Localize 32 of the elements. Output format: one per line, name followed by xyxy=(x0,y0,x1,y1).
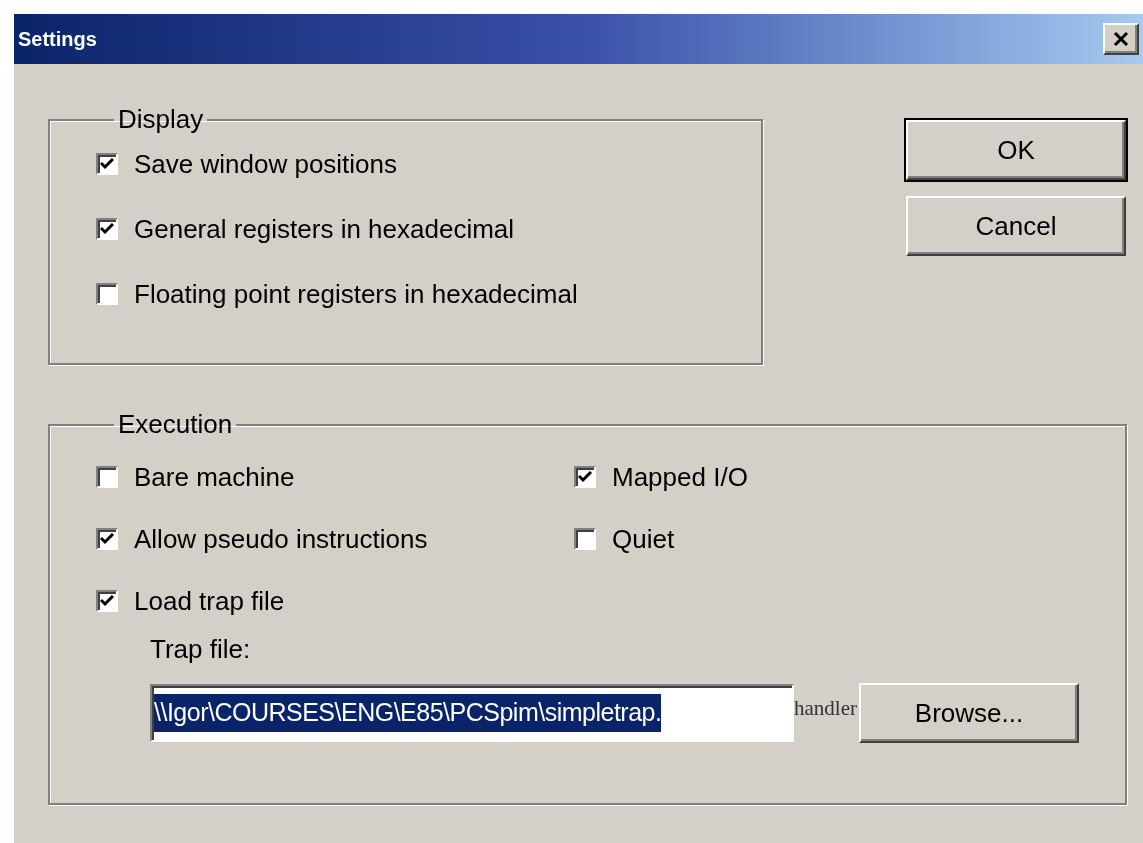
window-title: Settings xyxy=(18,27,97,52)
checkbox-label: General registers in hexadecimal xyxy=(134,212,515,246)
checkbox-label: Mapped I/O xyxy=(612,460,748,494)
check-icon xyxy=(100,158,114,170)
check-icon xyxy=(100,533,114,545)
close-button[interactable] xyxy=(1103,23,1139,55)
checkbox[interactable] xyxy=(574,528,596,550)
checkbox[interactable] xyxy=(96,153,118,175)
group-label: Execution xyxy=(117,408,234,441)
group-label: Display xyxy=(117,103,205,136)
checkbox-label: Bare machine xyxy=(134,460,295,494)
check-icon xyxy=(100,223,114,235)
checkbox[interactable] xyxy=(96,466,118,488)
checkbox-label: Quiet xyxy=(612,522,675,556)
checkbox-label: Allow pseudo instructions xyxy=(134,522,428,556)
close-icon xyxy=(1113,31,1129,47)
check-icon xyxy=(578,471,592,483)
checkbox-label: Save window positions xyxy=(134,147,398,181)
checkbox[interactable] xyxy=(574,466,596,488)
field-label: Trap file: xyxy=(150,633,252,666)
checkbox-label: Load trap file xyxy=(134,584,285,618)
check-icon xyxy=(100,595,114,607)
checkbox[interactable] xyxy=(96,528,118,550)
checkbox[interactable] xyxy=(96,590,118,612)
checkbox[interactable] xyxy=(96,218,118,240)
overflow-text: handler xyxy=(794,695,857,723)
dialog-button[interactable]: Cancel xyxy=(906,196,1126,256)
dialog-button[interactable]: OK xyxy=(906,120,1126,180)
checkbox-label: Floating point registers in hexadecimal xyxy=(134,277,578,311)
checkbox[interactable] xyxy=(96,283,118,305)
trap-file-field[interactable]: \\Igor\COURSES\ENG\E85\PCSpim\simpletrap. xyxy=(150,684,794,742)
browse-button[interactable]: Browse... xyxy=(859,683,1079,743)
